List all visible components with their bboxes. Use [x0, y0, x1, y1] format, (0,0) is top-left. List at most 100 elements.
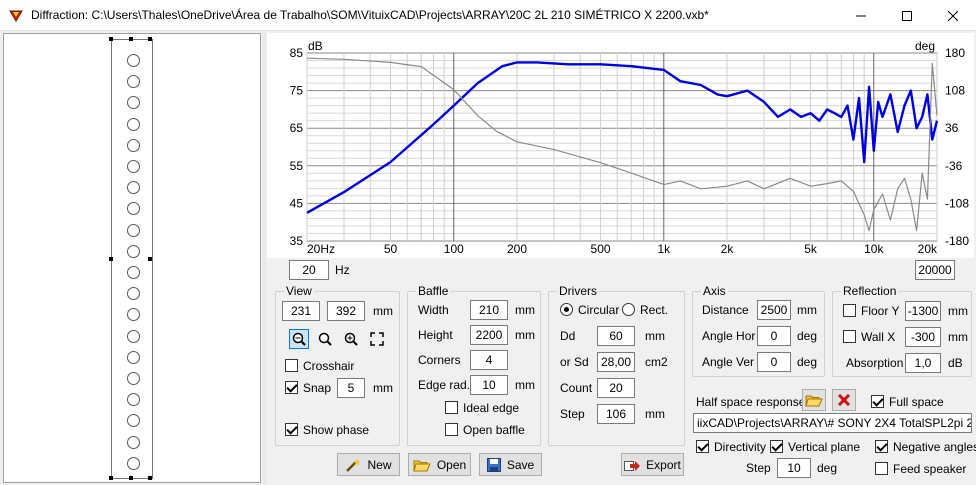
x-tick-label: 50 — [384, 242, 398, 256]
resize-handle[interactable] — [109, 476, 113, 480]
hs-step-unit: deg — [817, 461, 838, 475]
export-button[interactable]: Export — [621, 453, 684, 476]
panel-splitter[interactable] — [263, 33, 266, 483]
distance-field[interactable]: 2500 — [757, 300, 791, 320]
resize-handle[interactable] — [148, 257, 152, 261]
zoom-in-button[interactable] — [341, 329, 361, 349]
view-height-field[interactable]: 392 — [327, 301, 365, 321]
new-button[interactable]: New — [337, 453, 400, 476]
driver-circle[interactable] — [127, 414, 140, 428]
close-button[interactable] — [930, 0, 976, 31]
driver-circle[interactable] — [127, 266, 140, 279]
floor-field[interactable]: -1300 — [905, 301, 941, 321]
hs-step-field[interactable]: 10 — [777, 458, 811, 478]
driver-circle[interactable] — [127, 75, 140, 89]
show-phase-checkbox[interactable] — [285, 423, 298, 436]
corners-label: Corners — [418, 353, 461, 367]
baffle-outline[interactable] — [109, 37, 153, 480]
corners-field[interactable]: 4 — [470, 350, 508, 370]
driver-circle[interactable] — [127, 456, 140, 470]
snap-checkbox[interactable] — [285, 381, 298, 394]
clear-half-space-button[interactable] — [832, 389, 856, 411]
dd-label: Dd — [560, 329, 576, 343]
baffle-height-field[interactable]: 2200 — [470, 325, 508, 345]
driver-circle[interactable] — [127, 223, 140, 237]
vertical-plane-checkbox[interactable] — [770, 440, 783, 453]
dd-unit: mm — [645, 329, 665, 343]
absorption-label: Absorption — [846, 356, 904, 370]
driver-circle[interactable] — [127, 181, 140, 195]
step-field[interactable]: 106 — [597, 404, 635, 424]
floppy-disk-icon — [486, 457, 501, 472]
half-space-path-field[interactable]: iixCAD\Projects\ARRAY\# SONY 2X4 TotalSP… — [693, 413, 972, 433]
wall-field[interactable]: -300 — [905, 327, 941, 347]
resize-handle[interactable] — [129, 37, 133, 41]
driver-circle[interactable] — [127, 202, 140, 216]
driver-circle[interactable] — [127, 393, 140, 407]
driver-circle[interactable] — [127, 287, 140, 301]
floor-checkbox[interactable] — [843, 304, 856, 317]
view-title: View — [284, 284, 314, 298]
x-tick-label: 20k — [918, 242, 938, 256]
wall-checkbox[interactable] — [843, 330, 856, 343]
count-field[interactable]: 20 — [597, 378, 635, 398]
resize-handle[interactable] — [109, 37, 113, 41]
driver-circle[interactable] — [127, 160, 140, 173]
fit-all-button[interactable] — [367, 329, 387, 349]
snap-field[interactable]: 5 — [337, 378, 365, 398]
step-unit: mm — [645, 407, 665, 421]
circular-radio[interactable] — [560, 303, 573, 316]
reflection-title: Reflection — [841, 284, 899, 298]
minimize-button[interactable] — [838, 0, 884, 31]
maximize-icon — [902, 10, 912, 21]
driver-circle[interactable] — [127, 329, 140, 343]
freq-max-field[interactable]: 20000 — [915, 260, 955, 280]
baffle-title: Baffle — [416, 284, 451, 298]
absorption-field[interactable]: 1,0 — [905, 353, 941, 373]
driver-circle[interactable] — [127, 435, 140, 449]
dd-field[interactable]: 60 — [597, 326, 635, 346]
rect-radio[interactable] — [622, 303, 635, 316]
response-chart[interactable]: 85 75 65 55 45 35 180 108 36 -36 -108 -180 dB deg 20Hz… — [267, 33, 974, 258]
driver-circle[interactable] — [127, 308, 140, 322]
zoom-out-button[interactable] — [315, 329, 335, 349]
open-button[interactable]: Open — [408, 453, 471, 476]
save-button[interactable]: Save — [479, 453, 542, 476]
angle-hor-field[interactable]: 0 — [757, 326, 791, 346]
resize-handle[interactable] — [148, 476, 152, 480]
load-half-space-button[interactable] — [802, 389, 826, 411]
sd-field[interactable]: 28,00 — [597, 352, 635, 372]
folder-open-icon — [805, 395, 823, 407]
resize-handle[interactable] — [148, 37, 152, 41]
resize-handle[interactable] — [109, 257, 113, 261]
feed-speaker-checkbox[interactable] — [875, 462, 888, 475]
driver-circle[interactable] — [127, 54, 140, 67]
full-space-label: Full space — [889, 395, 944, 409]
edge-radius-field[interactable]: 10 — [470, 375, 508, 395]
x-tick-label: 2k — [721, 242, 735, 256]
crosshair-checkbox[interactable] — [285, 359, 298, 372]
ideal-edge-checkbox[interactable] — [445, 401, 458, 414]
driver-circle[interactable] — [127, 138, 140, 152]
open-baffle-checkbox[interactable] — [445, 423, 458, 436]
negative-angles-checkbox[interactable] — [875, 440, 888, 453]
maximize-button[interactable] — [884, 0, 930, 31]
driver-circle[interactable] — [127, 350, 140, 364]
full-space-checkbox[interactable] — [871, 395, 884, 408]
view-width-field[interactable]: 231 — [282, 301, 320, 321]
y-tick-label: 45 — [290, 196, 304, 210]
driver-circle[interactable] — [127, 96, 140, 110]
driver-circle[interactable] — [127, 372, 140, 385]
y-tick-label: 35 — [290, 234, 304, 248]
baffle-width-field[interactable]: 210 — [470, 300, 508, 320]
freq-min-field[interactable]: 20 — [289, 260, 329, 280]
driver-circle[interactable] — [127, 117, 140, 131]
baffle-canvas[interactable] — [3, 33, 261, 483]
save-button-label: Save — [506, 457, 535, 472]
baffle-height-label: Height — [418, 328, 453, 342]
zoom-fit-button[interactable] — [289, 329, 309, 349]
angle-ver-field[interactable]: 0 — [757, 352, 791, 372]
driver-circle[interactable] — [127, 244, 140, 258]
directivity-checkbox[interactable] — [696, 440, 709, 453]
resize-handle[interactable] — [129, 476, 133, 480]
